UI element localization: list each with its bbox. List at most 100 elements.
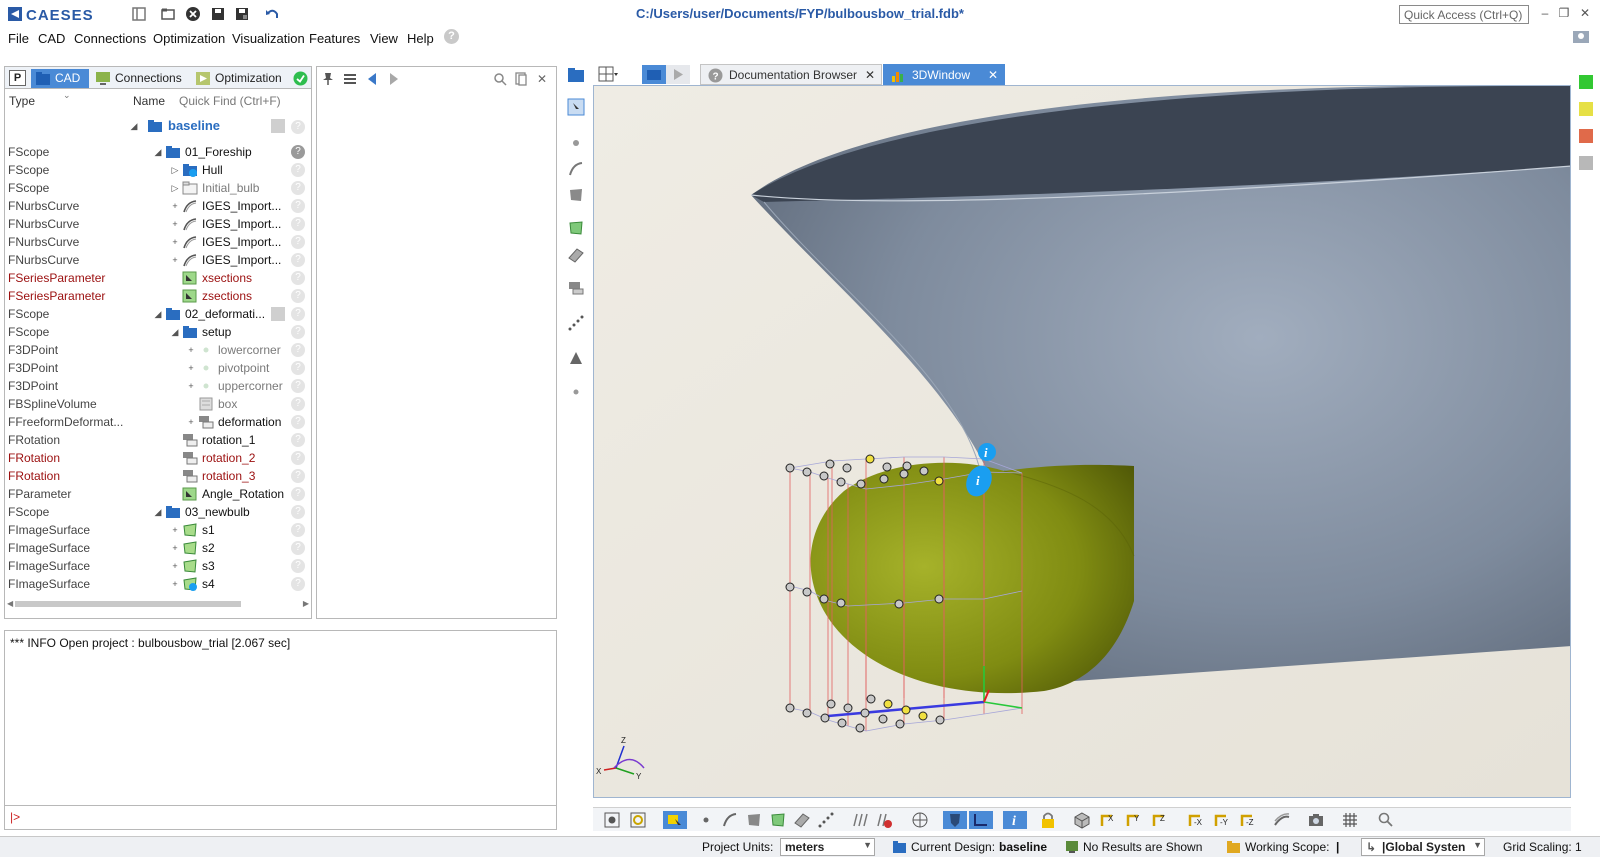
tree-row[interactable]: FNurbsCurve + IGES_Import...? bbox=[5, 197, 311, 215]
hint-icon[interactable]: ? bbox=[291, 343, 305, 357]
image-surface-filter-icon[interactable] bbox=[769, 811, 787, 829]
tree-row[interactable]: FImageSurface + s1? bbox=[5, 521, 311, 539]
view-y-icon[interactable]: Y bbox=[1125, 811, 1143, 829]
view-x-icon[interactable]: X bbox=[1099, 811, 1117, 829]
perspective-icon[interactable] bbox=[1273, 811, 1291, 829]
hint-icon[interactable]: ? bbox=[291, 541, 305, 555]
3d-viewport[interactable]: i i Z X Y bbox=[593, 85, 1571, 798]
surface-filter-icon[interactable] bbox=[745, 811, 763, 829]
expand-plus-icon[interactable]: + bbox=[170, 197, 180, 215]
hint-icon[interactable]: ? bbox=[291, 379, 305, 393]
scroll-right-icon[interactable]: ▶ bbox=[303, 599, 309, 608]
point-tool-icon[interactable] bbox=[567, 134, 585, 152]
expand-plus-icon[interactable]: + bbox=[170, 521, 180, 539]
tab-p[interactable]: P bbox=[9, 70, 26, 86]
tree-row[interactable]: F3DPoint + lowercorner? bbox=[5, 341, 311, 359]
tree-row[interactable]: FScope ▷ Initial_bulb? bbox=[5, 179, 311, 197]
sections-off-icon[interactable] bbox=[875, 811, 893, 829]
tree-row[interactable]: FScope ◢ 01_Foreship? bbox=[5, 143, 311, 161]
tree-row[interactable]: FImageSurface + s2? bbox=[5, 539, 311, 557]
tree-row[interactable]: FScope ◢ 02_deformati...? bbox=[5, 305, 311, 323]
help-question-icon[interactable]: ? bbox=[444, 29, 459, 44]
tree-row[interactable]: FSeriesParameter xsections? bbox=[5, 269, 311, 287]
expand-plus-icon[interactable]: + bbox=[170, 575, 180, 593]
tree-row[interactable]: F3DPoint + pivotpoint? bbox=[5, 359, 311, 377]
zoom-icon[interactable] bbox=[1377, 811, 1395, 829]
tree-row[interactable]: FScope ▷ Hull? bbox=[5, 161, 311, 179]
status-red-icon[interactable] bbox=[1579, 129, 1593, 143]
hint-icon[interactable]: ? bbox=[291, 235, 305, 249]
record-icon[interactable] bbox=[603, 811, 621, 829]
shading-icon[interactable] bbox=[943, 811, 967, 829]
expand-plus-icon[interactable]: + bbox=[170, 251, 180, 269]
column-name[interactable]: Name bbox=[133, 94, 165, 108]
status-yellow-icon[interactable] bbox=[1579, 102, 1593, 116]
hint-icon[interactable]: ? bbox=[291, 559, 305, 573]
hint-icon[interactable]: ? bbox=[291, 577, 305, 591]
tree-row[interactable]: FScope ◢ 03_newbulb? bbox=[5, 503, 311, 521]
coordinate-system-select[interactable]: ↳ |Global Systen ▼ bbox=[1361, 838, 1485, 856]
user-settings-icon[interactable] bbox=[1572, 28, 1590, 46]
tree-row[interactable]: FNurbsCurve + IGES_Import...? bbox=[5, 233, 311, 251]
point-small-icon[interactable] bbox=[567, 383, 585, 401]
close-panel-icon[interactable]: ✕ bbox=[535, 72, 549, 86]
tree-row[interactable]: FImageSurface + s3? bbox=[5, 557, 311, 575]
forward-arrow-icon[interactable] bbox=[387, 72, 401, 86]
hint-icon[interactable]: ? bbox=[291, 217, 305, 231]
target-icon[interactable] bbox=[629, 811, 647, 829]
status-green-icon[interactable] bbox=[1579, 75, 1593, 89]
hint-icon[interactable]: ? bbox=[291, 120, 305, 134]
minimize-icon[interactable]: – bbox=[1538, 6, 1552, 20]
tree-row[interactable]: FFreeformDeformat... + deformation? bbox=[5, 413, 311, 431]
dotted-filter-icon[interactable] bbox=[817, 811, 835, 829]
expand-plus-icon[interactable]: + bbox=[186, 341, 196, 359]
view-neg-x-icon[interactable]: -X bbox=[1187, 811, 1205, 829]
select-mode-icon[interactable] bbox=[663, 811, 687, 829]
hint-icon[interactable]: ? bbox=[291, 199, 305, 213]
expand-plus-icon[interactable]: + bbox=[186, 413, 196, 431]
tree-row[interactable]: FScope ◢ setup? bbox=[5, 323, 311, 341]
tree-view-icon[interactable] bbox=[642, 65, 666, 84]
expand-arrow-icon[interactable]: ◢ bbox=[129, 117, 139, 135]
project-units-select[interactable]: meters ▼ bbox=[780, 838, 875, 856]
tree-row[interactable]: FBSplineVolume box? bbox=[5, 395, 311, 413]
tab-3dwindow[interactable]: 3DWindow ✕ bbox=[883, 64, 1005, 85]
select-tool-icon[interactable] bbox=[567, 98, 585, 116]
menu-help[interactable]: Help bbox=[407, 31, 434, 46]
status-gray-icon[interactable] bbox=[1579, 156, 1593, 170]
hint-icon[interactable]: ? bbox=[291, 415, 305, 429]
play-view-icon[interactable] bbox=[666, 65, 690, 84]
view-z-icon[interactable]: Z bbox=[1151, 811, 1169, 829]
scope-marker-icon[interactable] bbox=[271, 307, 285, 321]
hint-icon[interactable]: ? bbox=[291, 523, 305, 537]
expand-plus-icon[interactable]: + bbox=[170, 539, 180, 557]
point-filter-icon[interactable] bbox=[697, 811, 715, 829]
refresh-icon[interactable] bbox=[293, 71, 308, 86]
tab-cad[interactable]: CAD bbox=[31, 69, 89, 88]
lock-icon[interactable] bbox=[1039, 811, 1057, 829]
tab-documentation-browser[interactable]: ? Documentation Browser ✕ bbox=[700, 64, 882, 85]
folder-icon[interactable] bbox=[567, 66, 585, 84]
menu-view[interactable]: View bbox=[370, 31, 398, 46]
tree-row[interactable]: FNurbsCurve + IGES_Import...? bbox=[5, 215, 311, 233]
expand-arrow-icon[interactable]: ◢ bbox=[170, 323, 180, 341]
deformation-tool-icon[interactable] bbox=[567, 279, 585, 297]
hint-icon[interactable]: ? bbox=[291, 181, 305, 195]
hint-icon[interactable]: ? bbox=[291, 163, 305, 177]
menu-cad[interactable]: CAD bbox=[38, 31, 65, 46]
sections-icon[interactable] bbox=[851, 811, 869, 829]
menu-features[interactable]: Features bbox=[309, 31, 360, 46]
axis-display-icon[interactable] bbox=[969, 811, 993, 829]
hint-icon[interactable]: ? bbox=[291, 397, 305, 411]
scope-marker-icon[interactable] bbox=[271, 119, 285, 133]
current-design-value[interactable]: baseline bbox=[999, 840, 1047, 854]
tree-root-baseline[interactable]: ◢ baseline ? bbox=[5, 115, 311, 137]
view-neg-z-icon[interactable]: -Z bbox=[1239, 811, 1257, 829]
curve-filter-icon[interactable] bbox=[721, 811, 739, 829]
column-type[interactable]: Type bbox=[9, 94, 35, 108]
menu-file[interactable]: File bbox=[8, 31, 29, 46]
menu-visualization[interactable]: Visualization bbox=[232, 31, 305, 46]
hint-icon[interactable]: ? bbox=[291, 361, 305, 375]
curve-tool-icon[interactable] bbox=[567, 160, 585, 178]
restore-icon[interactable]: ❐ bbox=[1557, 6, 1571, 20]
